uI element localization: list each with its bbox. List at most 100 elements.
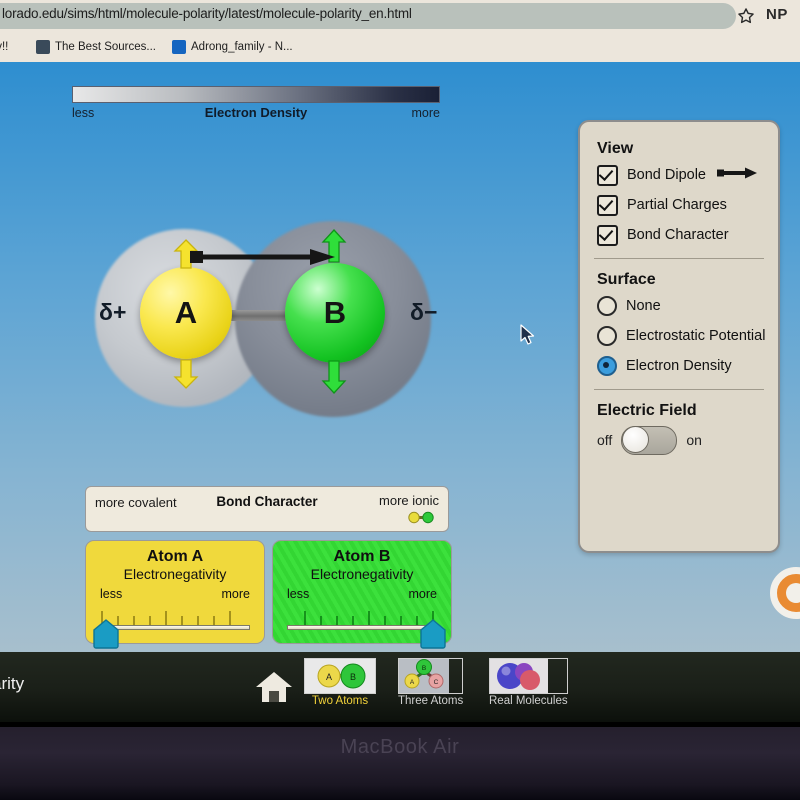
favicon-icon xyxy=(172,40,186,54)
three-atoms-thumbnail: B A C xyxy=(398,658,464,694)
radio-surface-none[interactable]: None xyxy=(597,295,778,317)
laptop-bezel: MacBook Air xyxy=(0,722,800,800)
toggle-off-label: off xyxy=(597,432,613,448)
electron-density-legend: less Electron Density more xyxy=(72,86,440,124)
radio-surface-electron-density[interactable]: Electron Density xyxy=(597,355,778,377)
en-track-b[interactable] xyxy=(287,625,437,630)
browser-toolbar: lorado.edu/sims/html/molecule-polarity/l… xyxy=(0,0,800,33)
bookmark-item[interactable]: The Best Sources... xyxy=(36,37,156,57)
checkbox-partial-charges[interactable]: Partial Charges xyxy=(597,194,778,216)
legend-high-label: more xyxy=(411,106,440,120)
en-title-b: Atom B xyxy=(333,548,391,565)
legend-title: Electron Density xyxy=(204,105,308,120)
en-thumb-b[interactable] xyxy=(419,619,446,652)
en-title-a: Atom A xyxy=(146,548,204,565)
real-molecules-thumbnail xyxy=(489,658,568,694)
checkbox-icon[interactable] xyxy=(597,224,618,246)
en-less-label-b: less xyxy=(287,587,310,601)
sim-tab-label: Three Atoms xyxy=(398,695,464,707)
checkbox-label: Bond Character xyxy=(627,227,729,243)
density-gradient-bar xyxy=(72,86,440,103)
home-icon[interactable] xyxy=(255,670,293,709)
sim-tab-two-atoms[interactable]: A B Two Atoms xyxy=(304,658,376,707)
profile-avatar[interactable]: NP xyxy=(766,6,788,23)
checkbox-icon[interactable] xyxy=(597,194,618,216)
field-arrow-b-down xyxy=(321,360,347,399)
radio-surface-electrostatic-potential[interactable]: Electrostatic Potential xyxy=(597,325,778,347)
dipole-arrow-icon xyxy=(717,166,757,184)
electric-field-toggle[interactable] xyxy=(621,425,678,455)
field-arrow-a-down xyxy=(173,359,199,394)
en-track-a[interactable] xyxy=(100,625,250,630)
density-legend-labels: less Electron Density more xyxy=(72,105,440,124)
svg-text:A: A xyxy=(326,672,332,682)
radio-label: Electron Density xyxy=(626,358,732,374)
sim-navbar: arity A B Two Atoms B xyxy=(0,652,800,722)
bond-character-panel: more covalent Bond Character more ionic xyxy=(85,486,449,532)
bezel-shadow xyxy=(0,722,800,727)
browser-chrome: lorado.edu/sims/html/molecule-polarity/l… xyxy=(0,0,800,62)
svg-text:A: A xyxy=(410,679,415,686)
checkbox-label: Partial Charges xyxy=(627,197,727,213)
electronegativity-panel-atom-a: Atom A Electronegativity less more xyxy=(85,540,265,649)
panel-divider xyxy=(594,258,764,259)
bookmarks-bar: rdy!! The Best Sources... Adrong_family … xyxy=(0,33,800,62)
toggle-knob[interactable] xyxy=(622,426,650,453)
checkbox-label: Bond Dipole xyxy=(627,167,706,183)
atom-a[interactable]: A xyxy=(140,267,232,359)
bookmark-item[interactable]: Adrong_family - N... xyxy=(172,37,293,57)
view-heading: View xyxy=(597,140,634,157)
en-slider-atom-b[interactable] xyxy=(287,605,446,649)
star-icon[interactable] xyxy=(737,7,755,25)
bond-dipole-arrow xyxy=(190,247,336,272)
radio-label: None xyxy=(626,298,661,314)
electric-field-toggle-row[interactable]: off on xyxy=(597,425,778,455)
radio-icon[interactable] xyxy=(597,356,617,376)
partial-charge-b: δ− xyxy=(410,299,438,325)
orange-badge xyxy=(770,567,800,619)
en-subtitle-a: Electronegativity xyxy=(123,566,227,582)
en-less-label-a: less xyxy=(100,587,123,601)
sim-tab-label: Real Molecules xyxy=(489,695,568,707)
radio-icon[interactable] xyxy=(597,326,617,346)
checkbox-icon[interactable] xyxy=(597,164,618,186)
partial-charge-a: δ+ xyxy=(99,299,127,325)
url-text[interactable]: lorado.edu/sims/html/molecule-polarity/l… xyxy=(2,6,722,24)
radio-label: Electrostatic Potential xyxy=(626,328,766,344)
molecule-diagram[interactable]: A B δ+ δ− xyxy=(95,217,445,417)
sim-tab-three-atoms[interactable]: B A C Three Atoms xyxy=(398,658,464,707)
bookmark-item[interactable]: rdy!! xyxy=(0,37,8,57)
toggle-on-label: on xyxy=(686,432,702,448)
two-atoms-thumbnail: A B xyxy=(304,658,376,694)
simulation-viewport: less Electron Density more A B δ+ δ− Vie… xyxy=(0,62,800,652)
electronegativity-panel-atom-b: Atom B Electronegativity less more xyxy=(272,540,452,649)
mouse-cursor xyxy=(520,324,536,351)
control-panel: View Bond Dipole Partial Charges Bond Ch… xyxy=(578,120,780,553)
atom-b-label: B xyxy=(323,295,347,330)
checkbox-bond-character[interactable]: Bond Character xyxy=(597,224,778,246)
atom-b[interactable]: B xyxy=(285,263,385,363)
panel-divider xyxy=(594,389,764,390)
svg-text:B: B xyxy=(422,665,426,672)
en-subtitle-b: Electronegativity xyxy=(310,566,414,582)
sim-tab-real-molecules[interactable]: Real Molecules xyxy=(489,658,568,707)
en-slider-atom-a[interactable] xyxy=(93,605,250,649)
svg-text:B: B xyxy=(350,672,356,682)
sim-tab-label: Two Atoms xyxy=(311,695,369,707)
checkbox-bond-dipole[interactable]: Bond Dipole xyxy=(597,164,778,186)
en-more-label-b: more xyxy=(408,587,437,601)
bookmark-label: Adrong_family - N... xyxy=(191,41,293,53)
bond-character-ionic-label: more ionic xyxy=(379,493,439,508)
bond-character-indicator xyxy=(406,511,436,529)
en-endpoints-a: less more xyxy=(100,587,250,603)
en-thumb-a[interactable] xyxy=(92,619,119,652)
en-more-label-a: more xyxy=(221,587,250,601)
svg-text:C: C xyxy=(434,679,439,686)
radio-icon[interactable] xyxy=(597,296,617,316)
favicon-icon xyxy=(36,40,50,54)
atom-a-label: A xyxy=(174,295,198,330)
sim-title: arity xyxy=(0,674,25,693)
en-endpoints-b: less more xyxy=(287,587,437,603)
bookmark-label: The Best Sources... xyxy=(55,41,156,53)
surface-heading: Surface xyxy=(597,271,656,288)
